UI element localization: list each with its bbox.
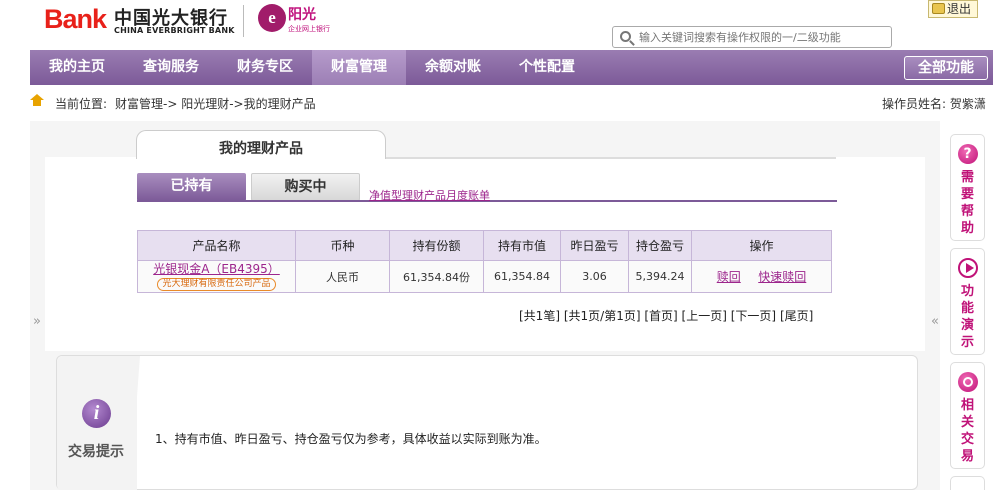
- col-yesterday-pl: 昨日盈亏: [560, 230, 629, 261]
- more-button[interactable]: [950, 476, 985, 490]
- pager-next[interactable]: [下一页]: [731, 309, 776, 323]
- logo-divider: [243, 5, 244, 37]
- page-title: 我的理财产品: [219, 141, 303, 157]
- demo-label: 功能演示: [960, 284, 974, 350]
- monthly-statement-link[interactable]: 净值型理财产品月度账单: [369, 187, 490, 203]
- pager-last[interactable]: [尾页]: [780, 309, 813, 323]
- operator-name: 操作员姓名: 贺紫潇: [882, 97, 986, 111]
- collapse-right-icon[interactable]: «: [931, 314, 939, 329]
- logout-button[interactable]: 退出: [928, 0, 978, 18]
- demo-button[interactable]: 功能演示: [950, 248, 985, 355]
- nav-item-finance[interactable]: 财务专区: [218, 50, 312, 85]
- col-product-name: 产品名称: [137, 230, 296, 261]
- tips-text: 1、持有市值、昨日盈亏、持仓盈亏仅为参考，具体收益以实际到账为准。: [155, 432, 547, 446]
- tips-panel: i 交易提示 1、持有市值、昨日盈亏、持仓盈亏仅为参考，具体收益以实际到账为准。: [56, 355, 918, 490]
- nav-item-settings[interactable]: 个性配置: [500, 50, 594, 85]
- tab-held[interactable]: 已持有: [137, 173, 246, 201]
- nav-item-reconcile[interactable]: 余额对账: [406, 50, 500, 85]
- bank-logo: Bank: [44, 4, 107, 34]
- breadcrumb-label: 当前位置:: [55, 97, 108, 111]
- main-nav: 我的主页 查询服务 财务专区 财富管理 余额对账 个性配置 全部功能: [30, 50, 993, 85]
- table-row: 光银现金A（EB4395） 光大理财有限责任公司产品 人民币 61,354.84…: [137, 260, 832, 293]
- tips-fold: [130, 356, 140, 490]
- related-button[interactable]: 相关交易: [950, 362, 985, 469]
- nav-item-wealth[interactable]: 财富管理: [312, 50, 406, 85]
- product-cell: 光银现金A（EB4395） 光大理财有限责任公司产品: [137, 260, 296, 293]
- info-icon: i: [82, 399, 111, 428]
- col-position-pl: 持仓盈亏: [628, 230, 692, 261]
- table-header-row: 产品名称 币种 持有份额 持有市值 昨日盈亏 持仓盈亏 操作: [137, 230, 832, 261]
- bank-name-en: CHINA EVERBRIGHT BANK: [114, 26, 235, 35]
- logout-label: 退出: [947, 2, 972, 16]
- shares-cell: 61,354.84份: [389, 260, 484, 293]
- pager-first[interactable]: [首页]: [644, 309, 677, 323]
- pager-total: [共1笔]: [519, 309, 560, 323]
- pager-pages: [共1页/第1页]: [563, 309, 641, 323]
- home-icon[interactable]: [30, 94, 44, 107]
- sunshine-logo-title: 阳光: [288, 7, 316, 23]
- issuer-badge: 光大理财有限责任公司产品: [157, 278, 276, 291]
- col-shares: 持有份额: [389, 230, 484, 261]
- redeem-link[interactable]: 赎回: [717, 270, 741, 284]
- pager: [共1笔] [共1页/第1页] [首页] [上一页] [下一页] [尾页]: [519, 307, 813, 324]
- sunshine-logo-subtitle: 企业网上银行: [288, 25, 330, 33]
- title-divider: [386, 157, 836, 159]
- product-name-link[interactable]: 光银现金A（EB4395）: [138, 262, 295, 276]
- yesterday-pl-cell: 3.06: [560, 260, 629, 293]
- search-icon[interactable]: [620, 31, 631, 42]
- col-market-value: 持有市值: [483, 230, 561, 261]
- operation-cell: 赎回 快速赎回: [691, 260, 832, 293]
- play-icon: [957, 258, 978, 278]
- nav-item-home[interactable]: 我的主页: [30, 50, 124, 85]
- all-functions-button[interactable]: 全部功能: [904, 56, 988, 80]
- related-label: 相关交易: [960, 398, 974, 464]
- col-operation: 操作: [691, 230, 832, 261]
- help-button[interactable]: ? 需要帮助: [950, 134, 985, 241]
- header: Bank 中国光大银行 CHINA EVERBRIGHT BANK e 阳光 企…: [0, 0, 993, 50]
- fast-redeem-link[interactable]: 快速赎回: [758, 270, 806, 284]
- col-currency: 币种: [295, 230, 390, 261]
- lock-icon: [932, 3, 945, 14]
- sunshine-logo-mark: e: [258, 4, 286, 32]
- pager-prev[interactable]: [上一页]: [682, 309, 727, 323]
- tab-buying[interactable]: 购买中: [251, 173, 360, 201]
- nav-item-query[interactable]: 查询服务: [124, 50, 218, 85]
- collapse-left-icon[interactable]: »: [33, 314, 41, 329]
- products-table: 产品名称 币种 持有份额 持有市值 昨日盈亏 持仓盈亏 操作 光银现金A（EB4…: [137, 230, 832, 293]
- related-icon: [957, 372, 978, 392]
- help-icon: ?: [957, 144, 978, 164]
- section-title-tab: 我的理财产品: [136, 130, 386, 159]
- help-label: 需要帮助: [960, 170, 974, 236]
- currency-cell: 人民币: [295, 260, 390, 293]
- search-input[interactable]: [639, 28, 889, 46]
- market-value-cell: 61,354.84: [483, 260, 561, 293]
- sunshine-logo: e 阳光 企业网上银行: [258, 2, 336, 36]
- search-box[interactable]: [612, 26, 892, 48]
- tips-label: 交易提示: [68, 444, 124, 460]
- breadcrumb-path: 财富管理-> 阳光理财->我的理财产品: [115, 97, 316, 111]
- position-pl-cell: 5,394.24: [628, 260, 692, 293]
- breadcrumb: 当前位置: 财富管理-> 阳光理财->我的理财产品 操作员姓名: 贺紫潇: [0, 92, 993, 114]
